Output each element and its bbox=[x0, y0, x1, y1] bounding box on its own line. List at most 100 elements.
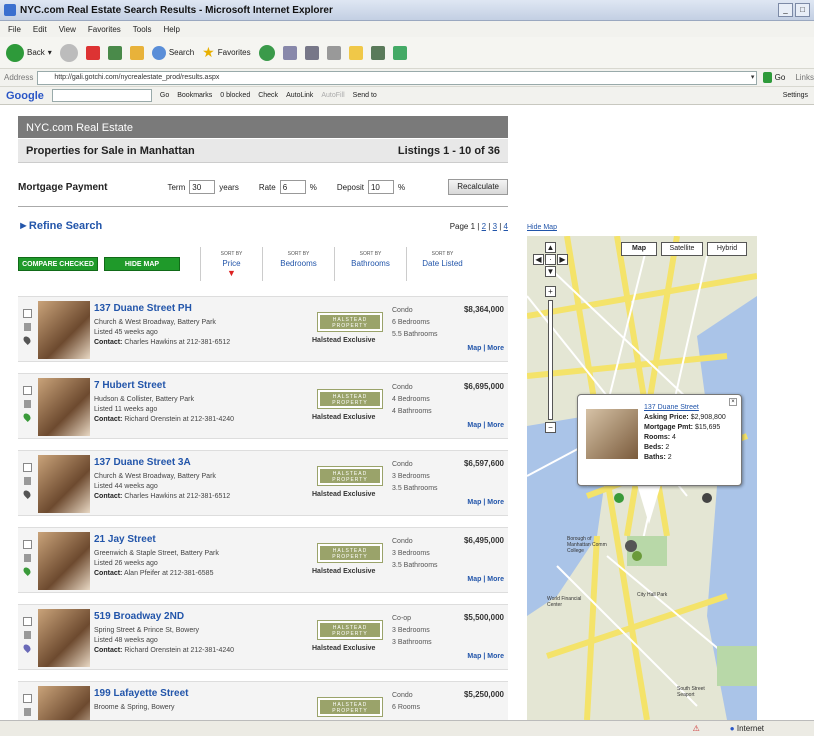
pan-up-button[interactable]: ▲ bbox=[545, 242, 556, 253]
menu-favorites[interactable]: Favorites bbox=[88, 25, 121, 34]
more-link[interactable]: More bbox=[487, 345, 504, 352]
rate-input[interactable]: 6 bbox=[279, 180, 306, 194]
dropdown-arrow-icon[interactable]: ▾ bbox=[751, 72, 755, 84]
print-icon[interactable] bbox=[23, 631, 31, 639]
compare-checkbox[interactable] bbox=[22, 386, 32, 395]
zoom-in-button[interactable]: + bbox=[545, 286, 556, 297]
close-icon[interactable]: × bbox=[729, 398, 737, 406]
sendto-button[interactable]: Send to bbox=[353, 92, 377, 99]
edit-button[interactable] bbox=[326, 45, 341, 60]
listing-title-link[interactable]: 199 Lafayette Street bbox=[94, 688, 189, 699]
page-4-link[interactable]: 4 bbox=[504, 222, 508, 231]
refresh-button[interactable] bbox=[107, 45, 122, 60]
zoom-slider[interactable] bbox=[548, 300, 553, 420]
history-button[interactable] bbox=[258, 44, 275, 61]
compare-checkbox[interactable] bbox=[22, 540, 32, 549]
maximize-button[interactable]: □ bbox=[795, 3, 810, 17]
compare-checkbox[interactable] bbox=[22, 463, 32, 472]
page-3-link[interactable]: 3 bbox=[493, 222, 497, 231]
sort-price[interactable]: SORT BY Price ▼ bbox=[200, 247, 262, 281]
print-button[interactable] bbox=[304, 45, 319, 60]
compare-checkbox[interactable] bbox=[22, 309, 32, 318]
more-link[interactable]: More bbox=[487, 499, 504, 506]
menu-file[interactable]: File bbox=[8, 25, 21, 34]
mail-button[interactable] bbox=[282, 45, 297, 60]
print-icon[interactable] bbox=[23, 400, 31, 408]
deposit-input[interactable]: 10 bbox=[367, 180, 394, 194]
listing-title-link[interactable]: 7 Hubert Street bbox=[94, 380, 166, 391]
home-button[interactable] bbox=[129, 45, 144, 60]
pan-right-button[interactable]: ▶ bbox=[557, 254, 568, 265]
map-panel[interactable]: ▲ ◀ · ▶ ▼ + − Map Satellite Hybrid × 137… bbox=[527, 236, 757, 720]
listing-photo[interactable] bbox=[38, 301, 90, 359]
autofill-button[interactable]: AutoFill bbox=[321, 92, 344, 99]
go-button[interactable]: Go bbox=[775, 73, 786, 82]
listing-photo[interactable] bbox=[38, 609, 90, 667]
sort-bathrooms[interactable]: SORT BY Bathrooms bbox=[334, 247, 406, 281]
map-type-satellite-button[interactable]: Satellite bbox=[661, 242, 703, 256]
map-link[interactable]: Map bbox=[467, 653, 481, 660]
map-type-hybrid-button[interactable]: Hybrid bbox=[707, 242, 747, 256]
print-icon[interactable] bbox=[23, 554, 31, 562]
listing-title-link[interactable]: 137 Duane Street PH bbox=[94, 303, 192, 314]
menu-view[interactable]: View bbox=[59, 25, 76, 34]
google-go-button[interactable]: Go bbox=[160, 92, 169, 99]
listing-title-link[interactable]: 21 Jay Street bbox=[94, 534, 156, 545]
listing-photo[interactable] bbox=[38, 532, 90, 590]
recalculate-button[interactable]: Recalculate bbox=[448, 179, 508, 195]
spell-check-button[interactable]: Check bbox=[258, 92, 278, 99]
minimize-button[interactable]: _ bbox=[778, 3, 793, 17]
more-link[interactable]: More bbox=[487, 422, 504, 429]
more-link[interactable]: More bbox=[487, 653, 504, 660]
map-link[interactable]: Map bbox=[467, 576, 481, 583]
page-2-link[interactable]: 2 bbox=[482, 222, 486, 231]
print-icon[interactable] bbox=[23, 708, 31, 716]
sort-date-listed[interactable]: SORT BY Date Listed bbox=[406, 247, 478, 281]
listing-photo[interactable] bbox=[38, 455, 90, 513]
zoom-out-button[interactable]: − bbox=[545, 422, 556, 433]
term-input[interactable]: 30 bbox=[189, 180, 216, 194]
compare-checkbox[interactable] bbox=[22, 617, 32, 626]
pan-down-button[interactable]: ▼ bbox=[545, 266, 556, 277]
autolink-button[interactable]: AutoLink bbox=[286, 92, 313, 99]
map-link[interactable]: Map bbox=[467, 499, 481, 506]
compare-checked-button[interactable]: COMPARE CHECKED bbox=[18, 257, 98, 271]
menu-edit[interactable]: Edit bbox=[33, 25, 47, 34]
map-link[interactable]: Map bbox=[467, 422, 481, 429]
listing-title-link[interactable]: 519 Broadway 2ND bbox=[94, 611, 184, 622]
hide-map-link[interactable]: Hide Map bbox=[527, 224, 557, 231]
address-input[interactable]: http://gali.gotchi.com/nycrealestate_pro… bbox=[37, 70, 758, 85]
listing-title-link[interactable]: 137 Duane Street 3A bbox=[94, 457, 191, 468]
listing-photo[interactable] bbox=[38, 686, 90, 720]
google-bookmarks-button[interactable]: Bookmarks bbox=[177, 92, 212, 99]
hide-map-button[interactable]: HIDE MAP bbox=[104, 257, 180, 271]
pan-center-button[interactable]: · bbox=[545, 254, 556, 265]
more-link[interactable]: More bbox=[487, 576, 504, 583]
print-icon[interactable] bbox=[23, 477, 31, 485]
google-settings-button[interactable]: Settings bbox=[783, 92, 808, 99]
favorites-button[interactable]: ★ Favorites bbox=[202, 44, 250, 61]
go-arrow-icon[interactable] bbox=[763, 72, 772, 83]
map-link[interactable]: Map bbox=[467, 345, 481, 352]
messenger-button[interactable] bbox=[370, 45, 385, 60]
print-icon[interactable] bbox=[23, 323, 31, 331]
menu-tools[interactable]: Tools bbox=[133, 25, 152, 34]
back-button[interactable]: Back ▾ bbox=[6, 43, 52, 62]
pan-left-button[interactable]: ◀ bbox=[533, 254, 544, 265]
popup-blocked-indicator[interactable]: 0 blocked bbox=[220, 92, 250, 99]
popup-title-link[interactable]: 137 Duane Street bbox=[644, 404, 699, 411]
sort-bedrooms[interactable]: SORT BY Bedrooms bbox=[262, 247, 334, 281]
extra-button[interactable] bbox=[392, 45, 407, 60]
folder-button[interactable] bbox=[348, 45, 363, 60]
menu-help[interactable]: Help bbox=[163, 25, 179, 34]
refine-search-link[interactable]: ►Refine Search bbox=[18, 220, 102, 232]
map-type-map-button[interactable]: Map bbox=[621, 242, 657, 256]
search-button[interactable]: Search bbox=[151, 45, 194, 60]
forward-button[interactable] bbox=[59, 43, 78, 62]
google-logo[interactable]: Google bbox=[6, 90, 44, 102]
listing-photo[interactable] bbox=[38, 378, 90, 436]
links-label[interactable]: Links bbox=[795, 73, 814, 82]
stop-button[interactable] bbox=[85, 45, 100, 60]
google-search-input[interactable] bbox=[51, 89, 152, 102]
compare-checkbox[interactable] bbox=[22, 694, 32, 703]
